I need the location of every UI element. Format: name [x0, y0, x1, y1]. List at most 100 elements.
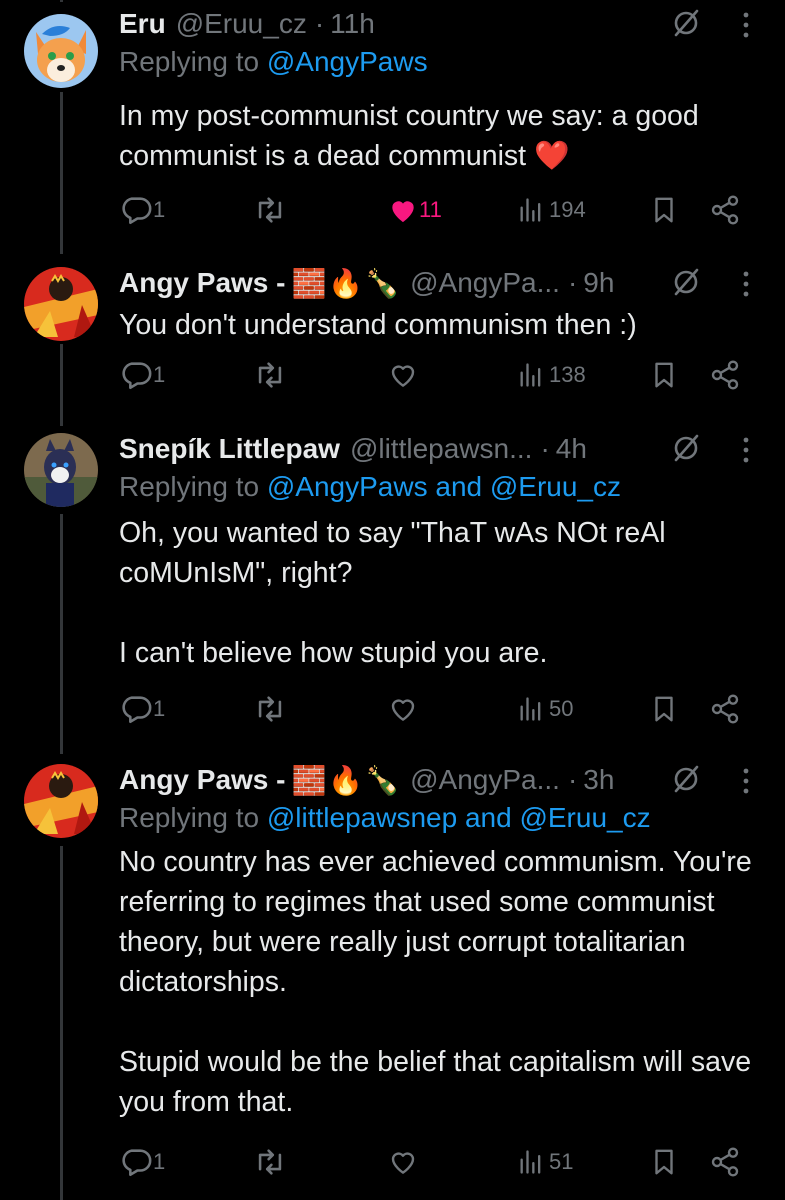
more-icon[interactable] [741, 269, 751, 299]
user-handle[interactable]: @AngyPa... [410, 764, 560, 796]
user-handle[interactable]: @AngyPa... [410, 267, 560, 299]
views-icon [520, 697, 541, 721]
like-count: 11 [419, 197, 442, 222]
reply-icon [122, 362, 152, 390]
more-icon[interactable] [741, 435, 751, 465]
display-name[interactable]: Angy Paws - [119, 267, 285, 299]
heart-icon [392, 201, 414, 222]
action-bar: 1 138 [119, 355, 745, 395]
share-button[interactable] [709, 1142, 741, 1182]
avatar[interactable] [24, 267, 98, 341]
user-handle[interactable]: @Eruu_cz [176, 8, 307, 40]
bookmark-icon [655, 362, 673, 388]
mention-link[interactable]: @AngyPaws [267, 46, 428, 77]
more-icon[interactable] [741, 10, 751, 40]
reply-count: 1 [153, 696, 166, 721]
share-button[interactable] [709, 689, 741, 729]
tweet[interactable]: Snepík Littlepaw @littlepawsn... · 4h Re… [0, 425, 785, 755]
timestamp[interactable]: 9h [583, 267, 614, 299]
views-button[interactable]: 51 [517, 1142, 573, 1182]
reply-icon [122, 197, 152, 225]
replying-to: Replying to @littlepawsnep and @Eruu_cz [119, 802, 651, 833]
reply-button[interactable]: 1 [119, 355, 165, 395]
mention-link[interactable]: @AngyPaws and @Eruu_cz [267, 471, 621, 502]
share-icon [711, 360, 739, 390]
user-handle[interactable]: @littlepawsn... [350, 433, 533, 465]
propaganda-avatar-icon [24, 764, 98, 838]
heart-icon [391, 699, 415, 721]
tweet-header: Eru @Eruu_cz · 11h [119, 4, 757, 44]
tweet-text: No country has ever achieved communism. … [119, 846, 752, 1118]
bottle-emoji: 🍾 [365, 267, 401, 299]
avatar[interactable] [24, 764, 98, 838]
retweet-button[interactable] [253, 1142, 287, 1182]
reply-count: 1 [153, 1149, 166, 1174]
like-button[interactable] [387, 355, 419, 395]
fire-emoji: 🔥 [328, 764, 364, 796]
avatar[interactable] [24, 433, 98, 507]
more-icon[interactable] [741, 766, 751, 796]
timestamp[interactable]: 11h [330, 8, 375, 40]
grok-icon[interactable] [671, 764, 701, 794]
bookmark-button[interactable] [649, 1142, 679, 1182]
share-icon [711, 195, 739, 225]
replying-to: Replying to @AngyPaws and @Eruu_cz [119, 471, 622, 502]
reply-icon [122, 696, 152, 724]
separator-dot: · [314, 8, 325, 39]
views-button[interactable]: 138 [517, 355, 586, 395]
views-button[interactable]: 194 [517, 190, 586, 230]
grok-icon[interactable] [671, 8, 701, 38]
separator-dot: · [567, 267, 578, 298]
tweet-header: Angy Paws - 🧱 🔥 🍾 @AngyPa... · 9h [119, 263, 757, 303]
mention-link[interactable]: @littlepawsnep and @Eruu_cz [267, 802, 651, 833]
timestamp[interactable]: 4h [556, 433, 587, 465]
views-icon [520, 363, 541, 387]
tweet-header: Angy Paws - 🧱 🔥 🍾 @AngyPa... · 3h [119, 760, 757, 800]
action-bar: 1 11 194 [119, 190, 745, 230]
separator-dot: · [567, 764, 578, 795]
share-button[interactable] [709, 355, 741, 395]
tweet[interactable]: Angy Paws - 🧱 🔥 🍾 @AngyPa... · 9h You don'… [0, 255, 785, 415]
retweet-icon [258, 696, 282, 722]
tweet[interactable]: Angy Paws - 🧱 🔥 🍾 @AngyPa... · 3h Replying… [0, 758, 785, 1200]
tweet[interactable]: Eru @Eruu_cz · 11h Replying to @AngyPaws… [0, 0, 785, 250]
display-name[interactable]: Eru [119, 8, 166, 40]
display-name[interactable]: Snepík Littlepaw [119, 433, 340, 465]
retweet-button[interactable] [253, 689, 287, 729]
bookmark-icon [655, 197, 673, 223]
views-button[interactable]: 50 [517, 689, 573, 729]
like-button[interactable] [387, 1142, 419, 1182]
avatar[interactable] [24, 14, 98, 88]
share-button[interactable] [709, 190, 741, 230]
retweet-icon [258, 362, 282, 388]
reply-icon [122, 1149, 152, 1177]
bookmark-button[interactable] [649, 689, 679, 729]
name-emojis: 🧱 🔥 🍾 [291, 764, 400, 797]
retweet-button[interactable] [253, 190, 287, 230]
tweet-header: Snepík Littlepaw @littlepawsn... · 4h [119, 429, 757, 469]
bookmark-button[interactable] [649, 355, 679, 395]
heart-icon [391, 365, 415, 387]
bookmark-icon [655, 1149, 673, 1175]
share-icon [711, 1147, 739, 1177]
views-icon [520, 1150, 541, 1174]
reply-button[interactable]: 1 [119, 1142, 165, 1182]
timestamp[interactable]: 3h [583, 764, 614, 796]
bookmark-button[interactable] [649, 190, 679, 230]
like-button[interactable] [387, 689, 419, 729]
grok-icon[interactable] [671, 267, 701, 297]
grok-icon[interactable] [671, 433, 701, 463]
retweet-button[interactable] [253, 355, 287, 395]
view-count: 51 [549, 1149, 574, 1174]
reply-count: 1 [153, 197, 166, 222]
display-name[interactable]: Angy Paws - [119, 764, 285, 796]
like-button[interactable]: 11 [387, 190, 442, 230]
fox-avatar-icon [24, 14, 98, 88]
brick-emoji: 🧱 [291, 267, 327, 299]
heart-emoji: ❤️ [534, 140, 570, 172]
reply-button[interactable]: 1 [119, 689, 165, 729]
retweet-icon [258, 197, 282, 223]
separator-dot: · [540, 433, 550, 464]
action-bar: 1 51 [119, 1142, 745, 1182]
reply-button[interactable]: 1 [119, 190, 165, 230]
